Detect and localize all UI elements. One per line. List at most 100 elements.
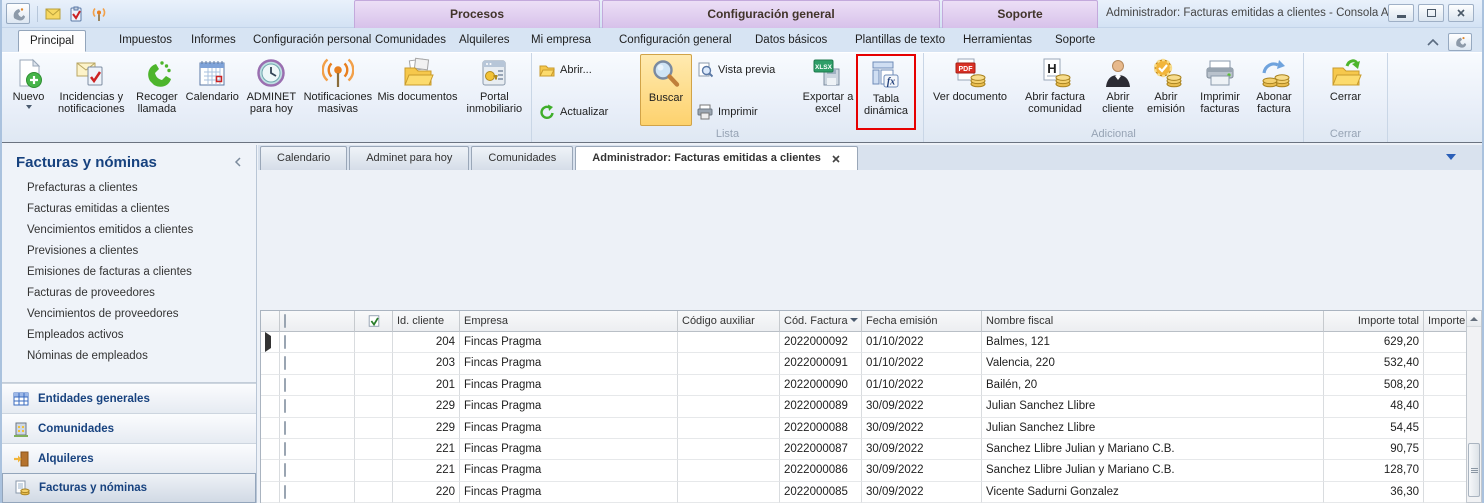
table-row[interactable]: 203 Fincas Pragma 2022000091 01/10/2022 … [261,353,1469,374]
tab-plantillas-texto[interactable]: Plantillas de texto [844,30,956,52]
select-all-checkbox[interactable] [284,314,286,328]
cell-importe-total[interactable]: 128,70 [1324,460,1424,481]
ribbon-button-portal-inmobiliario[interactable]: Portal inmobiliario [460,54,529,126]
cell-id-cliente[interactable]: 221 [393,460,460,481]
cell-importe-pendiente[interactable] [1424,482,1470,503]
cell-empresa[interactable]: Fincas Pragma [460,396,678,417]
tab-herramientas[interactable]: Herramientas [952,30,1043,52]
cell-importe-total[interactable]: 629,20 [1324,332,1424,353]
doctab-adminet-para-hoy[interactable]: Adminet para hoy [349,146,469,170]
sidebar-item-vencimientos-proveedores[interactable]: Vencimientos de proveedores [2,304,256,325]
row-select-cell[interactable] [280,375,355,396]
cell-fecha-emision[interactable]: 01/10/2022 [862,332,982,353]
cell-importe-pendiente[interactable] [1424,332,1470,353]
collapse-sidebar-icon[interactable] [234,157,242,167]
cell-empresa[interactable]: Fincas Pragma [460,375,678,396]
sidebar-item-facturas-proveedores[interactable]: Facturas de proveedores [2,283,256,304]
cell-id-cliente[interactable]: 220 [393,482,460,503]
sidebar-item-vencimientos-emitidos[interactable]: Vencimientos emitidos a clientes [2,220,256,241]
table-row[interactable]: 221 Fincas Pragma 2022000086 30/09/2022 … [261,460,1469,481]
cell-importe-total[interactable]: 36,30 [1324,482,1424,503]
cell-nombre-fiscal[interactable]: Bailén, 20 [982,375,1324,396]
header-check-column[interactable] [355,311,393,332]
cell-cod-factura[interactable]: 2022000091 [780,353,862,374]
tab-alquileres[interactable]: Alquileres [448,30,521,52]
ribbon-button-abonar-factura[interactable]: Abonar factura [1248,54,1300,126]
row-select-cell[interactable] [280,418,355,439]
header-select-all[interactable] [280,311,355,332]
row-checkbox[interactable] [284,485,286,499]
ribbon-button-abrir-emision[interactable]: Abrir emisión [1140,54,1192,126]
app-menu-button[interactable] [6,3,30,24]
cell-empresa[interactable]: Fincas Pragma [460,439,678,460]
cell-nombre-fiscal[interactable]: Sanchez Llibre Julian y Mariano C.B. [982,460,1324,481]
cell-id-cliente[interactable]: 221 [393,439,460,460]
doctab-facturas-emitidas-active[interactable]: Administrador: Facturas emitidas a clien… [575,146,858,170]
row-check-cell[interactable] [355,460,393,481]
row-check-cell[interactable] [355,396,393,417]
tab-informes[interactable]: Informes [180,30,247,52]
cell-cod-factura[interactable]: 2022000088 [780,418,862,439]
cell-importe-total[interactable]: 532,40 [1324,353,1424,374]
table-row[interactable]: 220 Fincas Pragma 2022000085 30/09/2022 … [261,482,1469,503]
row-checkbox[interactable] [284,356,286,370]
tab-comunidades[interactable]: Comunidades [364,30,457,52]
header-id-cliente[interactable]: Id. cliente [393,311,460,332]
vertical-scrollbar[interactable] [1466,310,1482,503]
tab-configuracion-personal[interactable]: Configuración personal [242,30,382,52]
cell-id-cliente[interactable]: 204 [393,332,460,353]
cell-fecha-emision[interactable]: 30/09/2022 [862,482,982,503]
header-nombre-fiscal[interactable]: Nombre fiscal [982,311,1324,332]
sidebar-group-facturas-nominas[interactable]: Facturas y nóminas [2,473,256,503]
tab-soporte[interactable]: Soporte [1044,30,1106,52]
ribbon-button-exportar-excel[interactable]: Exportar a excel [800,54,856,126]
row-checkbox[interactable] [284,335,286,349]
ribbon-button-tabla-dinamica[interactable]: Tabla dinámica [858,56,914,128]
cell-empresa[interactable]: Fincas Pragma [460,460,678,481]
collapse-ribbon-icon[interactable] [1427,39,1439,46]
ribbon-button-imprimir-facturas[interactable]: Imprimir facturas [1192,54,1248,126]
cell-importe-total[interactable]: 90,75 [1324,439,1424,460]
ribbon-button-calendario[interactable]: Calendario [182,54,242,126]
ribbon-button-incidencias[interactable]: Incidencias y notificaciones [51,54,132,126]
cell-importe-total[interactable]: 48,40 [1324,396,1424,417]
table-row[interactable]: 229 Fincas Pragma 2022000089 30/09/2022 … [261,396,1469,417]
sidebar-group-alquileres[interactable]: Alquileres [2,443,256,473]
ribbon-button-buscar[interactable]: Buscar [640,54,692,126]
row-checkbox[interactable] [284,463,286,477]
sidebar-item-prefacturas[interactable]: Prefacturas a clientes [2,178,256,199]
filter-icon[interactable] [850,318,858,322]
header-importe-total[interactable]: Importe total [1324,311,1424,332]
ribbon-button-imprimir[interactable]: Imprimir [692,101,800,123]
ribbon-button-adminet-hoy[interactable]: ADMINET para hoy [242,54,300,126]
cell-id-cliente[interactable]: 229 [393,396,460,417]
row-checkbox[interactable] [284,442,286,456]
cell-codigo-auxiliar[interactable] [678,439,780,460]
ribbon-button-abrir[interactable]: Abrir... [534,59,640,81]
cell-nombre-fiscal[interactable]: Sanchez Llibre Julian y Mariano C.B. [982,439,1324,460]
header-importe-pendiente[interactable]: Importe p [1424,311,1470,332]
cell-importe-pendiente[interactable] [1424,439,1470,460]
tab-configuracion-general[interactable]: Configuración general [608,30,743,52]
close-button[interactable] [1448,4,1474,22]
cell-cod-factura[interactable]: 2022000089 [780,396,862,417]
cell-fecha-emision[interactable]: 01/10/2022 [862,353,982,374]
row-checkbox[interactable] [284,421,286,435]
cell-codigo-auxiliar[interactable] [678,353,780,374]
sidebar-item-empleados-activos[interactable]: Empleados activos [2,325,256,346]
row-checkbox[interactable] [284,399,286,413]
header-codigo-auxiliar[interactable]: Código auxiliar [678,311,780,332]
cell-cod-factura[interactable]: 2022000086 [780,460,862,481]
sidebar-item-nominas[interactable]: Nóminas de empleados [2,346,256,367]
cell-codigo-auxiliar[interactable] [678,375,780,396]
row-check-cell[interactable] [355,375,393,396]
cell-fecha-emision[interactable]: 30/09/2022 [862,418,982,439]
cell-cod-factura[interactable]: 2022000087 [780,439,862,460]
cell-empresa[interactable]: Fincas Pragma [460,353,678,374]
cell-importe-pendiente[interactable] [1424,353,1470,374]
broadcast-icon[interactable] [91,6,107,22]
sidebar-item-previsiones[interactable]: Previsiones a clientes [2,241,256,262]
doctab-calendario[interactable]: Calendario [260,146,347,170]
row-check-cell[interactable] [355,418,393,439]
header-cod-factura[interactable]: Cód. Factura [780,311,862,332]
